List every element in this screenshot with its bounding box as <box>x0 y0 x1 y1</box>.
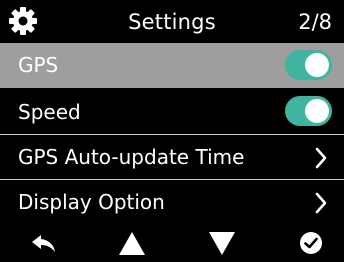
setting-label: GPS <box>18 53 59 77</box>
page-indicator: 2/8 <box>298 10 332 34</box>
setting-label: GPS Auto-update Time <box>18 145 245 169</box>
speed-toggle[interactable] <box>285 96 332 126</box>
chevron-right-icon <box>315 192 327 214</box>
footer-bar <box>0 225 344 262</box>
confirm-check-icon[interactable] <box>296 229 326 257</box>
setting-label: Display Option <box>18 190 165 214</box>
setting-label: Speed <box>18 100 81 124</box>
gps-toggle[interactable] <box>285 50 332 80</box>
setting-row-speed[interactable]: Speed <box>0 88 344 135</box>
header-bar: Settings 2/8 <box>0 0 344 43</box>
down-triangle-icon[interactable] <box>207 229 237 257</box>
settings-screen: Settings 2/8 GPS Speed GPS Auto-update T… <box>0 0 344 262</box>
chevron-right-icon <box>315 147 327 169</box>
toggle-knob <box>305 99 329 123</box>
page-title: Settings <box>128 10 216 34</box>
up-triangle-icon[interactable] <box>117 229 147 257</box>
back-arrow-icon[interactable] <box>29 229 59 257</box>
toggle-knob <box>305 53 329 77</box>
setting-row-display-option[interactable]: Display Option <box>0 180 344 225</box>
setting-row-gps-auto-update-time[interactable]: GPS Auto-update Time <box>0 135 344 180</box>
setting-row-gps[interactable]: GPS <box>0 43 344 88</box>
